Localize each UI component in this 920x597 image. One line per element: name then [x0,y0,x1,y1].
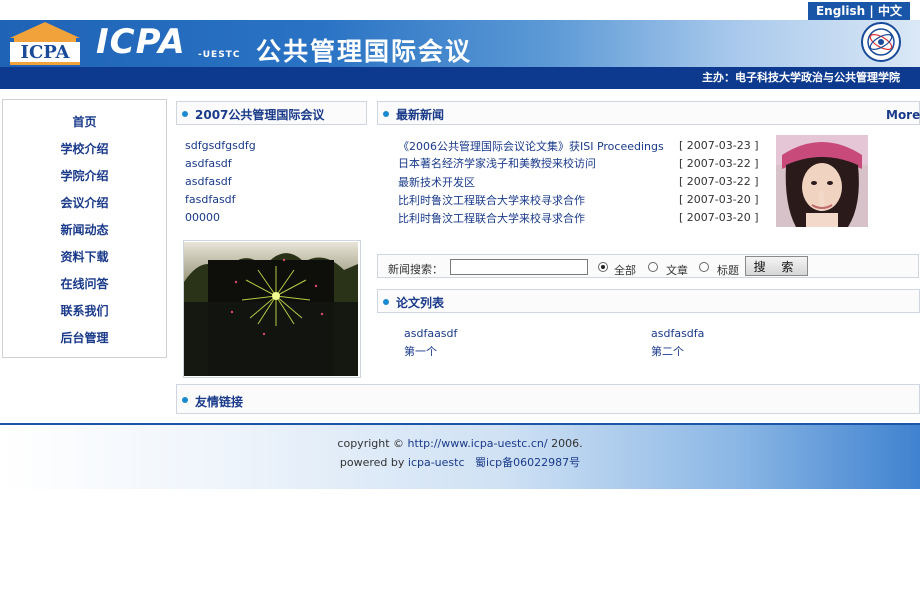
bullet-icon [383,299,389,305]
news-item-link[interactable]: 最新技术开发区 [398,174,475,190]
news-photo[interactable] [776,135,868,227]
bullet-icon [182,111,188,117]
search-label: 新闻搜索： [388,263,443,276]
nav-home[interactable]: 首页 [3,113,166,130]
site-title: 公共管理国际会议 [256,37,473,66]
footer-powered: powered by icpa-uestc 蜀icp备06022987号 [0,454,920,470]
nav-news[interactable]: 新闻动态 [3,221,166,238]
news-section-header: 最新新闻 [377,101,920,125]
news-item-link[interactable]: 《2006公共管理国际会议论文集》获ISI Proceedings [398,138,664,154]
paper-link[interactable]: 第二个 [651,343,684,359]
conference-section-title: 2007公共管理国际会议 [195,108,325,122]
organizer-text: 主办：电子科技大学政治与公共管理学院 [702,71,900,84]
news-item-date: [ 2007-03-22 ] [679,157,759,170]
conference-link[interactable]: sdfgsdfgsdfg [185,139,256,152]
news-item-date: [ 2007-03-20 ] [679,193,759,206]
bullet-icon [182,397,188,403]
more-news-link[interactable]: More [886,108,920,122]
search-option-title-radio[interactable] [699,262,709,272]
papers-section-title: 论文列表 [396,296,445,310]
brand-subtitle: -UESTC [198,50,241,60]
icpa-logo[interactable]: ICPA [6,20,84,66]
paper-link[interactable]: 第一个 [404,343,437,359]
powered-by-link[interactable]: icpa-uestc [408,456,465,469]
brand-name: ICPA [96,22,186,62]
nav-contact[interactable]: 联系我们 [3,302,166,319]
papers-section-header: 论文列表 [377,289,920,313]
nav-college-intro[interactable]: 学院介绍 [3,167,166,184]
nav-downloads[interactable]: 资料下载 [3,248,166,265]
search-option-article-radio[interactable] [648,262,658,272]
search-option-all-radio[interactable] [598,262,608,272]
language-switcher: English | 中文 [807,2,910,20]
site-url-link[interactable]: http://www.icpa-uestc.cn/ [408,437,548,450]
paper-link[interactable]: asdfasdfa [651,327,704,340]
fireworks-image [184,242,358,376]
conference-link[interactable]: fasdfasdf [185,193,236,206]
news-item-link[interactable]: 比利时鲁汶工程联合大学来校寻求合作 [398,210,585,226]
conference-link[interactable]: asdfasdf [185,175,232,188]
news-item-date: [ 2007-03-23 ] [679,139,759,152]
powered-prefix: powered by [339,456,405,469]
friend-links-title: 友情链接 [195,395,244,409]
conference-link[interactable]: asdfasdf [185,157,232,170]
left-navigation: 首页 学校介绍 学院介绍 会议介绍 新闻动态 资料下载 在线问答 联系我们 后台… [2,99,167,358]
icp-record-link[interactable]: 蜀icp备06022987号 [475,456,580,469]
lang-separator: | [869,4,874,18]
nav-online-qa[interactable]: 在线问答 [3,275,166,292]
news-item-link[interactable]: 比利时鲁汶工程联合大学来校寻求合作 [398,192,585,208]
nav-conference-intro[interactable]: 会议介绍 [3,194,166,211]
news-item-date: [ 2007-03-22 ] [679,175,759,188]
lang-english-link[interactable]: English [816,4,865,18]
conference-section-header: 2007公共管理国际会议 [176,101,367,125]
nav-school-intro[interactable]: 学校介绍 [3,140,166,157]
news-section-title: 最新新闻 [396,108,445,122]
paper-link[interactable]: asdfaasdf [404,327,457,340]
logo-icon: ICPA [10,22,80,65]
copyright-prefix: copyright © [337,437,405,450]
search-option-all-label: 全部 [614,264,636,277]
lang-chinese-link[interactable]: 中文 [878,4,902,18]
news-item-link[interactable]: 日本著名经济学家浅子和美教授来校访问 [398,155,596,171]
bullet-icon [383,111,389,117]
search-option-title-label: 标题 [717,264,739,277]
conference-link[interactable]: 00000 [185,211,220,224]
news-item-date: [ 2007-03-20 ] [679,211,759,224]
news-search-input[interactable] [450,259,588,275]
nav-admin[interactable]: 后台管理 [3,329,166,346]
search-button[interactable]: 搜 索 [745,256,808,276]
top-bar [0,0,920,20]
search-option-article-label: 文章 [666,264,688,277]
university-seal-icon [861,22,901,62]
friend-links-section-header: 友情链接 [176,384,920,414]
footer: copyright © http://www.icpa-uestc.cn/ 20… [0,425,920,489]
svg-text:ICPA: ICPA [21,42,71,63]
copyright-year: 2006. [551,437,583,450]
footer-copyright: copyright © http://www.icpa-uestc.cn/ 20… [0,437,920,450]
